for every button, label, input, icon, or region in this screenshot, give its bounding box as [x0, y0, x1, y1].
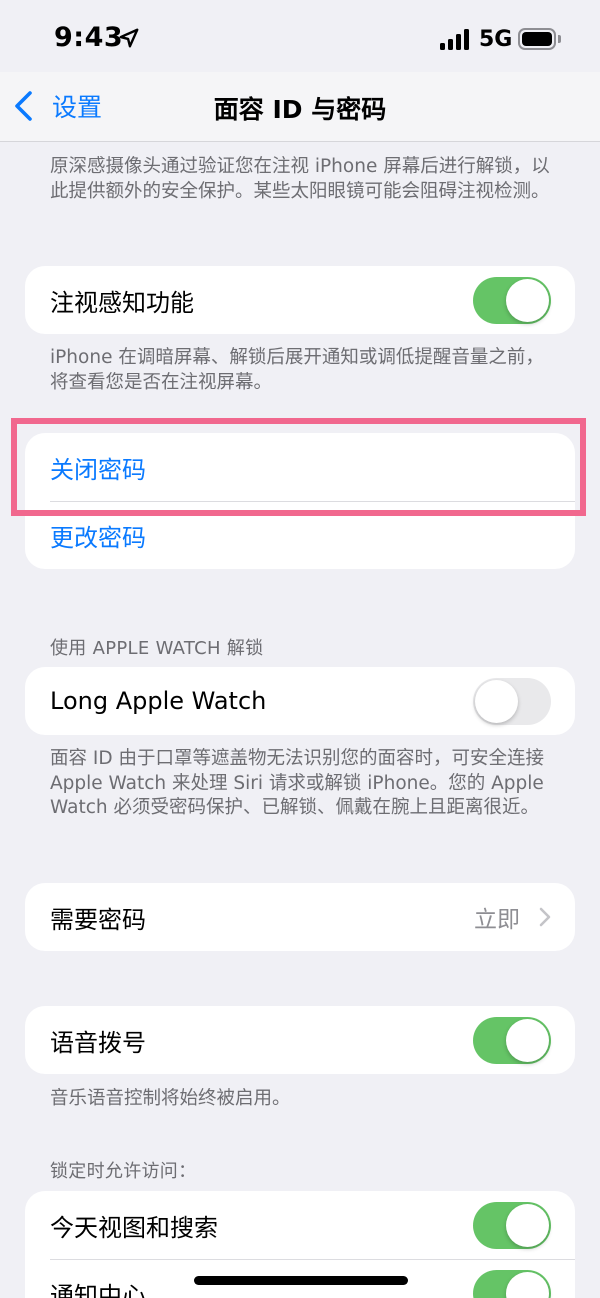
- screen: 9:43 5G 设置 面容 ID 与密码 原深感摄像头通过验证您在注视 iPho…: [0, 0, 600, 1298]
- require-passcode-label: 需要密码: [50, 905, 146, 934]
- page-title: 面容 ID 与密码: [213, 95, 387, 124]
- watch-unlock-toggle[interactable]: [473, 678, 551, 725]
- watch-unlock-description: 面容 ID 由于口罩等遮盖物无法识别您的面容时，可安全连接 Apple Watc…: [50, 748, 544, 818]
- attention-aware-toggle[interactable]: [473, 277, 551, 324]
- today-view-label: 今天视图和搜索: [50, 1213, 218, 1242]
- location-arrow-icon: [119, 28, 139, 48]
- today-view-row: 今天视图和搜索: [25, 1191, 575, 1259]
- watch-unlock-group: Long Apple Watch: [25, 667, 575, 735]
- attention-aware-group: 注视感知功能: [25, 266, 575, 334]
- battery-icon: [518, 28, 556, 50]
- voice-dial-row: 语音拨号: [25, 1006, 575, 1074]
- attention-description: 原深感摄像头通过验证您在注视 iPhone 屏幕后进行解锁，以此提供额外的安全保…: [50, 156, 550, 202]
- require-passcode-row[interactable]: 需要密码 立即: [25, 883, 575, 951]
- attention-aware-label: 注视感知功能: [50, 288, 194, 317]
- watch-unlock-row: Long Apple Watch: [25, 667, 575, 735]
- require-passcode-value: 立即: [474, 907, 520, 933]
- attention-aware-description: iPhone 在调暗屏幕、解锁后展开通知或调低提醒音量之前，将查看您是否在注视屏…: [50, 347, 544, 393]
- voice-dial-label: 语音拨号: [50, 1028, 146, 1057]
- status-time: 9:43: [54, 22, 124, 53]
- change-passcode-label: 更改密码: [50, 523, 146, 552]
- attention-aware-row: 注视感知功能: [25, 266, 575, 334]
- notification-center-label: 通知中心: [50, 1281, 146, 1298]
- require-passcode-group: 需要密码 立即: [25, 883, 575, 951]
- watch-name-label: Long Apple Watch: [50, 687, 267, 715]
- home-indicator[interactable]: [194, 1276, 408, 1285]
- voice-dial-toggle[interactable]: [473, 1017, 551, 1064]
- highlight-annotation: [11, 418, 586, 516]
- locked-access-header: 锁定时允许访问：: [50, 1161, 197, 1182]
- battery-cap: [558, 35, 561, 43]
- today-view-toggle[interactable]: [473, 1202, 551, 1249]
- notification-center-toggle[interactable]: [473, 1270, 551, 1298]
- voice-dial-group: 语音拨号: [25, 1006, 575, 1074]
- network-type: 5G: [479, 27, 513, 52]
- chevron-right-icon: [539, 907, 551, 927]
- navigation-bar: 设置 面容 ID 与密码: [0, 72, 600, 142]
- watch-unlock-header: 使用 APPLE WATCH 解锁: [50, 638, 264, 659]
- voice-dial-description: 音乐语音控制将始终被启用。: [50, 1088, 291, 1109]
- cellular-signal-icon: [440, 28, 470, 50]
